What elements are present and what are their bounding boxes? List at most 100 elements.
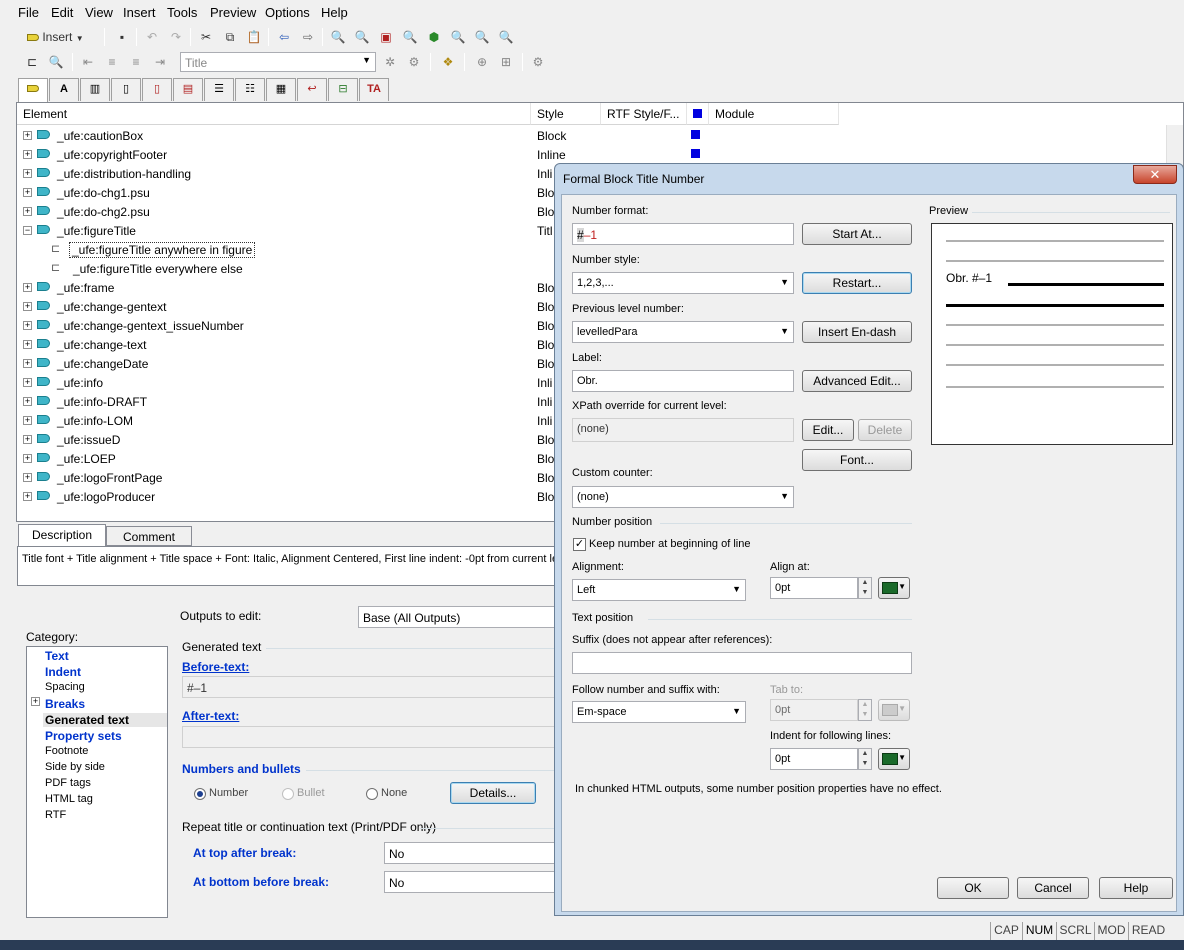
- bullet-radio[interactable]: [282, 788, 294, 800]
- category-html-tag[interactable]: HTML tag: [45, 793, 93, 805]
- forward-arrow-icon[interactable]: ⇨: [298, 27, 318, 47]
- category-text[interactable]: Text: [45, 649, 69, 663]
- indent-spinner[interactable]: ▲ ▼: [858, 748, 872, 770]
- tree-row[interactable]: + _ufe:copyrightFooter Inline: [17, 145, 1167, 164]
- find-doc-icon[interactable]: 🔍: [352, 27, 372, 47]
- suffix-field[interactable]: [572, 652, 912, 674]
- tab-page-icon[interactable]: ▯: [111, 78, 141, 101]
- category-property-sets[interactable]: Property sets: [45, 729, 122, 743]
- at-top-combo[interactable]: No: [384, 842, 556, 864]
- menu-file[interactable]: File: [18, 5, 39, 20]
- module-move-icon[interactable]: ⊞: [496, 52, 516, 72]
- category-generated-text[interactable]: Generated text: [43, 713, 167, 727]
- column-header-rtf-style[interactable]: RTF Style/F...: [601, 103, 687, 125]
- tab-list-icon[interactable]: ☷: [235, 78, 265, 101]
- menu-insert[interactable]: Insert: [123, 5, 156, 20]
- category-breaks[interactable]: Breaks: [45, 697, 85, 711]
- menu-edit[interactable]: Edit: [51, 5, 73, 20]
- category-side-by-side[interactable]: Side by side: [45, 761, 105, 773]
- expand-icon[interactable]: +: [23, 340, 32, 349]
- collapse-icon[interactable]: −: [23, 226, 32, 235]
- column-header-element[interactable]: Element: [17, 103, 531, 125]
- style-combo[interactable]: Title ▼: [180, 52, 376, 72]
- expand-icon[interactable]: +: [23, 416, 32, 425]
- expand-icon[interactable]: +: [23, 188, 32, 197]
- expand-icon[interactable]: +: [23, 397, 32, 406]
- category-indent[interactable]: Indent: [45, 665, 81, 679]
- column-header-module[interactable]: Module: [709, 103, 839, 125]
- tab-elements-icon[interactable]: [18, 78, 48, 102]
- tab-xref-icon[interactable]: ↩: [297, 78, 327, 101]
- compile-icon[interactable]: ⬢: [424, 27, 444, 47]
- at-bottom-combo[interactable]: No: [384, 871, 556, 893]
- expand-icon[interactable]: +: [23, 302, 32, 311]
- menu-options[interactable]: Options: [265, 5, 310, 20]
- web-preview-icon[interactable]: 🔍: [496, 27, 516, 47]
- tab-pdf-icon[interactable]: ▯: [142, 78, 172, 101]
- tab-book-icon[interactable]: ▥: [80, 78, 110, 101]
- tab-comment[interactable]: Comment: [106, 526, 192, 546]
- tab-index-icon[interactable]: ⊟: [328, 78, 358, 101]
- menu-preview[interactable]: Preview: [210, 5, 256, 20]
- indent-right-icon[interactable]: ≡: [126, 52, 146, 72]
- expand-icon[interactable]: +: [23, 150, 32, 159]
- align-at-spinner[interactable]: ▲ ▼: [858, 577, 872, 599]
- category-spacing[interactable]: Spacing: [45, 681, 85, 693]
- label-field[interactable]: Obr.: [572, 370, 794, 392]
- column-header-style[interactable]: Style: [531, 103, 601, 125]
- menu-view[interactable]: View: [85, 5, 113, 20]
- style-new-icon[interactable]: ⚙: [404, 52, 424, 72]
- pdf-icon[interactable]: ▣: [376, 27, 396, 47]
- preview-icon[interactable]: 🔍: [400, 27, 420, 47]
- start-at-button[interactable]: Start At...: [802, 223, 912, 245]
- category-pdf-tags[interactable]: PDF tags: [45, 777, 91, 789]
- find-icon[interactable]: 🔍: [328, 27, 348, 47]
- category-rtf[interactable]: RTF: [45, 809, 66, 821]
- none-radio[interactable]: [366, 788, 378, 800]
- html-preview-icon[interactable]: 🔍: [472, 27, 492, 47]
- expand-icon[interactable]: +: [23, 359, 32, 368]
- indent-tab-button[interactable]: ▼: [878, 748, 910, 770]
- expand-icon[interactable]: +: [23, 321, 32, 330]
- delete-button[interactable]: Delete: [858, 419, 912, 441]
- align-at-tab-button[interactable]: ▼: [878, 577, 910, 599]
- details-button[interactable]: Details...: [450, 782, 536, 804]
- outdent-icon[interactable]: ⇤: [78, 52, 98, 72]
- tab-lines-icon[interactable]: ☰: [204, 78, 234, 101]
- redo-icon[interactable]: ↷: [166, 27, 186, 47]
- modules-icon[interactable]: ❖: [438, 52, 458, 72]
- outputs-combo[interactable]: Base (All Outputs): [358, 606, 556, 628]
- after-text-field[interactable]: [182, 726, 556, 748]
- expand-icon[interactable]: +: [23, 492, 32, 501]
- follow-combo[interactable]: Em-space ▼: [572, 701, 746, 723]
- menu-help[interactable]: Help: [321, 5, 348, 20]
- module-settings-icon[interactable]: ⚙: [528, 52, 548, 72]
- style-settings-icon[interactable]: ✲: [380, 52, 400, 72]
- expand-icon[interactable]: +: [23, 435, 32, 444]
- number-style-combo[interactable]: 1,2,3,... ▼: [572, 272, 794, 294]
- alignment-combo[interactable]: Left ▼: [572, 579, 746, 601]
- font-button[interactable]: Font...: [802, 449, 912, 471]
- close-icon[interactable]: ✕: [1133, 165, 1177, 184]
- tab-description[interactable]: Description: [18, 524, 106, 546]
- undo-icon[interactable]: ↶: [142, 27, 162, 47]
- expand-icon[interactable]: +: [31, 697, 40, 706]
- tree-row[interactable]: + _ufe:cautionBox Block: [17, 126, 1167, 145]
- module-add-icon[interactable]: ⊕: [472, 52, 492, 72]
- expand-icon[interactable]: +: [23, 454, 32, 463]
- expand-icon[interactable]: +: [23, 207, 32, 216]
- expand-icon[interactable]: +: [23, 131, 32, 140]
- find-element-icon[interactable]: 🔍: [46, 52, 66, 72]
- keep-number-checkbox[interactable]: ✓: [573, 538, 586, 551]
- xpath-field[interactable]: (none): [572, 418, 794, 442]
- expand-icon[interactable]: +: [23, 283, 32, 292]
- help-button[interactable]: Help: [1099, 877, 1173, 899]
- advanced-edit-button[interactable]: Advanced Edit...: [802, 370, 912, 392]
- tab-to-field[interactable]: 0pt: [770, 699, 858, 721]
- edit-button[interactable]: Edit...: [802, 419, 854, 441]
- tab-to-spinner[interactable]: ▲ ▼: [858, 699, 872, 721]
- restart-button[interactable]: Restart...: [802, 272, 912, 294]
- align-at-field[interactable]: 0pt: [770, 577, 858, 599]
- tab-character-styles-icon[interactable]: A: [49, 78, 79, 101]
- tab-to-tab-button[interactable]: ▼: [878, 699, 910, 721]
